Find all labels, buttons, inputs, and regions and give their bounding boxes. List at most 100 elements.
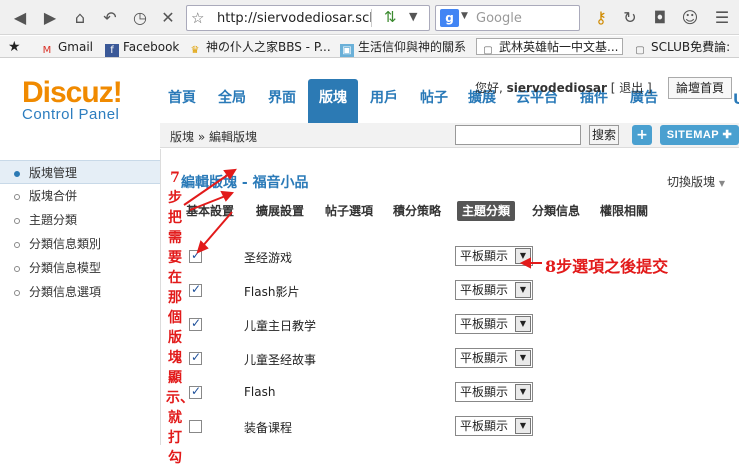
chevron-down-icon: ▼: [515, 350, 531, 366]
key-icon[interactable]: ⚷: [591, 8, 611, 28]
bookmarks-bar: ★ M Gmail f Facebook ♛ 神の仆人之家BBS - P... ▣ 生活…: [0, 36, 739, 58]
bookmark-bbs[interactable]: ♛ 神の仆人之家BBS - P...: [188, 39, 331, 56]
tab-sort-info[interactable]: 分類信息: [532, 201, 580, 221]
tab-extended[interactable]: 擴展設置: [256, 201, 304, 221]
type-row: 装备课程 平板顯示 ▼: [187, 415, 647, 439]
sidebar-item-sort-models[interactable]: 分類信息模型: [0, 256, 160, 280]
type-row: Flash 平板顯示▼: [187, 381, 647, 405]
forward-icon[interactable]: ▶: [40, 8, 60, 28]
tab-permissions[interactable]: 權限相關: [600, 201, 648, 221]
bookmark-faith[interactable]: ▣ 生活信仰與神的關系: [340, 39, 466, 57]
nav-global[interactable]: 全局: [210, 79, 254, 123]
stop-icon[interactable]: ✕: [158, 8, 178, 28]
camera-icon[interactable]: ◘: [650, 8, 670, 28]
bookmarks-star-icon[interactable]: ★: [8, 39, 21, 56]
tab-basic[interactable]: 基本設置: [186, 201, 234, 221]
back-icon[interactable]: ◀: [10, 8, 30, 28]
row-label: 儿童主日教学: [244, 319, 317, 333]
browser-toolbar: ◀ ▶ ⌂ ↶ ◷ ✕ ☆ http://siervodediosar.sclu…: [0, 0, 739, 35]
search-input[interactable]: g ▼ Google: [435, 5, 580, 31]
plus-icon: ✚: [722, 129, 733, 141]
bookmark-wulin[interactable]: ▢ 武林英雄帖一中文基...: [476, 38, 624, 56]
sidebar-item-forum-merge[interactable]: 版塊合併: [0, 184, 160, 208]
url-text[interactable]: http://siervodediosar.sclub: [217, 11, 373, 26]
user-info: 您好, siervodediosar [ 退出 ]: [475, 81, 652, 95]
sitemap-button[interactable]: SITEMAP ✚: [660, 125, 739, 145]
nav-forum[interactable]: 版塊: [308, 79, 358, 123]
row-label: 儿童圣经故事: [244, 353, 317, 367]
sidebar-item-sort-types[interactable]: 分類信息類別: [0, 232, 160, 256]
display-select[interactable]: 平板顯示 ▼: [455, 416, 533, 436]
chevron-down-icon: ▼: [515, 384, 531, 400]
page-icon: ▢: [635, 45, 645, 56]
username: siervodediosar: [506, 81, 607, 95]
display-select[interactable]: 平板顯示 ▼: [455, 280, 533, 300]
nav-users[interactable]: 用戶: [362, 79, 406, 123]
row-label: Flash影片: [244, 285, 300, 299]
nav-overflow[interactable]: U: [733, 92, 739, 108]
page-icon: ▢: [483, 45, 493, 56]
admin-header: Discuz! Control Panel 首頁 全局 界面 版塊 用戶 帖子 …: [0, 59, 739, 123]
home-icon[interactable]: ⌂: [70, 8, 90, 28]
sidebar-item-sort-options[interactable]: 分類信息選項: [0, 280, 160, 304]
menu-icon[interactable]: ☰: [712, 8, 732, 28]
undo-icon[interactable]: ↶: [100, 8, 120, 28]
tab-credits[interactable]: 積分策略: [393, 201, 441, 221]
history-icon[interactable]: ◷: [130, 8, 150, 28]
tab-thread-types[interactable]: 主題分類: [457, 201, 516, 221]
logout-link[interactable]: [ 退出 ]: [611, 81, 652, 95]
step7-annotation: 7步把需要在那個版塊顯示、就打勾: [166, 170, 194, 466]
logo-subtitle: Control Panel: [22, 106, 120, 123]
gmail-icon: M: [42, 45, 52, 56]
bookmark-star-icon[interactable]: ☆: [191, 9, 204, 27]
row-label: 装备课程: [244, 421, 293, 435]
facebook-icon: f: [105, 44, 119, 57]
discuz-logo[interactable]: Discuz! Control Panel: [22, 76, 123, 123]
logo-title: Discuz!: [22, 76, 123, 109]
search-button[interactable]: 搜索: [589, 125, 619, 145]
row-checkbox[interactable]: [189, 282, 202, 297]
row-checkbox[interactable]: [189, 248, 202, 263]
dropdown-arrow-icon[interactable]: ▼: [409, 10, 417, 23]
display-select[interactable]: 平板顯示 ▼: [455, 314, 533, 334]
display-select[interactable]: 平板顯示 ▼: [455, 382, 533, 402]
google-icon[interactable]: g: [440, 9, 459, 27]
sidebar: 版塊管理 版塊合併 主題分類 分類信息類別 分類信息模型 分類信息選項: [0, 160, 160, 304]
bookmark-sclub[interactable]: ▢ SCLUB免費論:: [633, 39, 730, 56]
refresh-icon[interactable]: ↻: [620, 8, 640, 28]
chevron-down-icon: ▼: [515, 418, 531, 434]
switch-board-dropdown[interactable]: 切換版塊 ▼: [667, 173, 725, 190]
address-bar[interactable]: ☆ http://siervodediosar.sclub ⇅ ▼: [186, 5, 430, 31]
sidebar-item-forum-manage[interactable]: 版塊管理: [0, 160, 160, 184]
feed-icon[interactable]: ⇅: [384, 8, 397, 26]
user-icon[interactable]: ☺: [680, 8, 700, 28]
bookmark-facebook[interactable]: f Facebook: [105, 39, 179, 57]
row-checkbox[interactable]: [189, 420, 202, 433]
sidebar-item-thread-types[interactable]: 主題分類: [0, 208, 160, 232]
nav-home[interactable]: 首頁: [160, 79, 204, 123]
admin-search-input[interactable]: [455, 125, 581, 145]
nav-interface[interactable]: 界面: [260, 79, 304, 123]
row-label: 圣经游戏: [244, 251, 293, 265]
type-row: 儿童圣经故事 平板顯示▼: [187, 347, 647, 371]
add-shortcut-button[interactable]: +: [632, 125, 652, 145]
chevron-down-icon: ▼: [515, 316, 531, 332]
breadcrumb: 版塊 » 編輯版塊: [170, 130, 257, 144]
row-label: Flash: [244, 385, 276, 399]
trophy-icon: ♛: [190, 45, 200, 56]
sub-bar: 版塊 » 編輯版塊 搜索 + SITEMAP ✚: [160, 123, 739, 148]
type-row: 儿童主日教学 平板顯示▼: [187, 313, 647, 337]
nav-posts[interactable]: 帖子: [412, 79, 456, 123]
forum-home-button[interactable]: 論壇首頁: [668, 77, 732, 99]
divider: [371, 9, 372, 27]
row-checkbox[interactable]: [189, 316, 202, 331]
step8-annotation: 8步選項之後提交: [545, 257, 669, 276]
display-select[interactable]: 平板顯示 ▼: [455, 246, 533, 266]
board-name-link[interactable]: 福音小品: [253, 175, 309, 191]
bookmark-gmail[interactable]: M Gmail: [40, 39, 93, 56]
type-row: Flash影片 平板顯示▼: [187, 279, 647, 303]
tab-post-options[interactable]: 帖子選項: [325, 201, 373, 221]
display-select[interactable]: 平板顯示 ▼: [455, 348, 533, 368]
engine-dropdown-icon[interactable]: ▼: [461, 11, 468, 21]
row-checkbox[interactable]: [189, 350, 202, 365]
